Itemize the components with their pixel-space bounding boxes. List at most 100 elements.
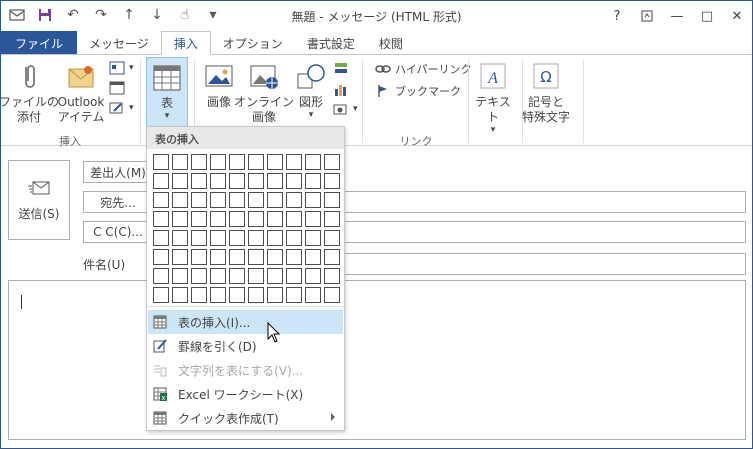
tab-message[interactable]: メッセージ <box>77 31 161 55</box>
cc-button[interactable]: C C(C)... <box>83 221 153 243</box>
table-grid-cell[interactable] <box>286 192 302 208</box>
table-grid-cell[interactable] <box>153 154 169 170</box>
table-grid-cell[interactable] <box>305 211 321 227</box>
table-grid-cell[interactable] <box>248 249 264 265</box>
to-button[interactable]: 宛先... <box>83 191 153 213</box>
table-grid-cell[interactable] <box>248 268 264 284</box>
table-grid-cell[interactable] <box>286 268 302 284</box>
table-grid-cell[interactable] <box>191 192 207 208</box>
bookmark-button[interactable]: ブックマーク <box>375 83 461 99</box>
tab-insert[interactable]: 挿入 <box>160 31 211 55</box>
table-grid-cell[interactable] <box>229 154 245 170</box>
menu-item-insert-table[interactable]: 表の挿入(I)... <box>148 310 343 334</box>
table-grid-cell[interactable] <box>267 173 283 189</box>
table-grid-cell[interactable] <box>248 173 264 189</box>
table-grid-cell[interactable] <box>286 173 302 189</box>
picture-button[interactable]: 画像 <box>201 61 237 110</box>
table-grid-cell[interactable] <box>172 154 188 170</box>
message-body[interactable] <box>8 280 746 440</box>
table-grid-cell[interactable] <box>229 268 245 284</box>
menu-item-excel-worksheet[interactable]: x Excel ワークシート(X) <box>148 382 343 406</box>
table-grid-cell[interactable] <box>267 249 283 265</box>
table-grid-cell[interactable] <box>172 268 188 284</box>
online-picture-button[interactable]: オンライン 画像 <box>234 61 294 125</box>
table-grid-cell[interactable] <box>324 211 340 227</box>
table-grid-cell[interactable] <box>267 154 283 170</box>
table-grid-cell[interactable] <box>305 173 321 189</box>
calendar-button[interactable] <box>109 81 125 95</box>
table-grid-cell[interactable] <box>286 287 302 303</box>
tab-review[interactable]: 校閲 <box>367 31 415 55</box>
table-grid-cell[interactable] <box>153 268 169 284</box>
table-grid-cell[interactable] <box>324 154 340 170</box>
table-grid-cell[interactable] <box>153 173 169 189</box>
table-grid-cell[interactable] <box>305 249 321 265</box>
table-grid-cell[interactable] <box>191 154 207 170</box>
table-grid-cell[interactable] <box>191 230 207 246</box>
minimize-button[interactable]: — <box>662 1 692 31</box>
table-grid-cell[interactable] <box>210 192 226 208</box>
screenshot-button[interactable]: ▾ <box>333 101 358 117</box>
table-grid-cell[interactable] <box>191 287 207 303</box>
table-grid-cell[interactable] <box>153 249 169 265</box>
attach-file-button[interactable]: ファイルの 添付 <box>0 61 59 125</box>
table-grid-cell[interactable] <box>305 268 321 284</box>
table-grid-cell[interactable] <box>172 211 188 227</box>
symbols-button[interactable]: Ω 記号と 特殊文字 <box>513 61 579 125</box>
close-button[interactable]: ✕ <box>722 1 752 31</box>
table-grid-cell[interactable] <box>210 230 226 246</box>
table-grid-cell[interactable] <box>191 268 207 284</box>
send-button[interactable]: 送信(S) <box>8 160 70 240</box>
business-card-button[interactable]: ▾ <box>109 61 134 75</box>
text-button[interactable]: A テキスト ▾ <box>471 61 515 135</box>
ribbon-display-button[interactable] <box>632 1 662 31</box>
table-grid-cell[interactable] <box>286 249 302 265</box>
table-grid-cell[interactable] <box>324 268 340 284</box>
table-grid-cell[interactable] <box>267 268 283 284</box>
table-grid-cell[interactable] <box>324 287 340 303</box>
table-grid-cell[interactable] <box>153 192 169 208</box>
hyperlink-button[interactable]: ハイパーリンク <box>375 61 472 77</box>
table-grid-cell[interactable] <box>210 249 226 265</box>
table-grid-cell[interactable] <box>286 211 302 227</box>
table-grid-cell[interactable] <box>267 230 283 246</box>
table-grid-cell[interactable] <box>267 211 283 227</box>
table-grid-cell[interactable] <box>229 230 245 246</box>
chart-button[interactable] <box>333 81 349 97</box>
table-grid-cell[interactable] <box>229 249 245 265</box>
table-grid-cell[interactable] <box>172 173 188 189</box>
help-button[interactable]: ? <box>602 1 632 31</box>
tab-options[interactable]: オプション <box>211 31 295 55</box>
table-grid-cell[interactable] <box>305 287 321 303</box>
from-button[interactable]: 差出人(M) <box>83 161 153 183</box>
table-grid-cell[interactable] <box>248 154 264 170</box>
table-grid-cell[interactable] <box>210 268 226 284</box>
smartart-button[interactable] <box>333 61 349 77</box>
tab-format[interactable]: 書式設定 <box>295 31 367 55</box>
table-grid-cell[interactable] <box>229 287 245 303</box>
table-grid-cell[interactable] <box>210 287 226 303</box>
table-grid-cell[interactable] <box>172 249 188 265</box>
table-grid-cell[interactable] <box>248 211 264 227</box>
table-grid-cell[interactable] <box>248 192 264 208</box>
table-grid-cell[interactable] <box>324 192 340 208</box>
table-grid-cell[interactable] <box>210 211 226 227</box>
table-grid-cell[interactable] <box>286 230 302 246</box>
menu-item-draw-table[interactable]: 罫線を引く(D) <box>148 334 343 358</box>
outlook-item-button[interactable]: Outlook アイテム <box>55 61 107 125</box>
signature-button[interactable]: ▾ <box>109 101 134 115</box>
table-grid-cell[interactable] <box>324 230 340 246</box>
table-grid-cell[interactable] <box>305 230 321 246</box>
table-grid-cell[interactable] <box>210 154 226 170</box>
table-grid-cell[interactable] <box>172 192 188 208</box>
table-grid-cell[interactable] <box>191 211 207 227</box>
table-grid-cell[interactable] <box>229 211 245 227</box>
table-grid-cell[interactable] <box>210 173 226 189</box>
table-grid-cell[interactable] <box>191 173 207 189</box>
table-grid-cell[interactable] <box>153 287 169 303</box>
table-grid-cell[interactable] <box>305 192 321 208</box>
menu-item-quick-tables[interactable]: クイック表作成(T) <box>148 406 343 430</box>
table-grid-cell[interactable] <box>324 249 340 265</box>
table-grid-cell[interactable] <box>248 287 264 303</box>
table-grid-cell[interactable] <box>172 287 188 303</box>
